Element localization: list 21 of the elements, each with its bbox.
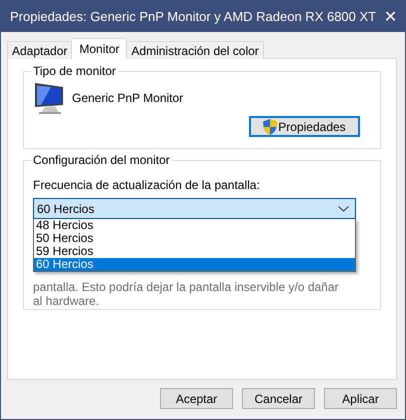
dropdown-option[interactable]: 50 Hercios xyxy=(34,232,355,245)
warning-text: pantalla. Esto podría dejar la pantalla inservible y/o dañar al hardware. xyxy=(33,280,340,308)
tab[interactable]: Administración del color xyxy=(126,41,264,59)
window-title: Propiedades: Generic PnP Monitor y AMD Radeon RX 6800 XT xyxy=(9,9,376,24)
tab[interactable]: Adaptador xyxy=(7,41,72,59)
shield-icon xyxy=(263,118,278,134)
tab[interactable]: Monitor xyxy=(71,38,128,59)
properties-button[interactable]: Propiedades xyxy=(249,116,360,137)
chevron-down-icon xyxy=(338,206,349,212)
dialog-button[interactable]: Aplicar xyxy=(324,388,397,409)
refresh-rate-dropdown[interactable]: 60 Hercios xyxy=(33,198,356,219)
dropdown-option[interactable]: 48 Hercios xyxy=(34,219,355,232)
dropdown-option[interactable]: 60 Hercios xyxy=(34,258,355,271)
dialog-button[interactable]: Aceptar xyxy=(160,388,233,409)
dropdown-option[interactable]: 59 Hercios xyxy=(34,245,355,258)
close-button[interactable]: ✕ xyxy=(376,1,405,32)
group-heading: Tipo de monitor xyxy=(31,64,118,78)
monitor-name: Generic PnP Monitor xyxy=(72,91,184,105)
dialog-button[interactable]: Cancelar xyxy=(242,388,315,409)
field-label: Frecuencia de actualización de la pantalla: xyxy=(33,178,261,192)
group-heading: Configuración del monitor xyxy=(31,153,172,167)
